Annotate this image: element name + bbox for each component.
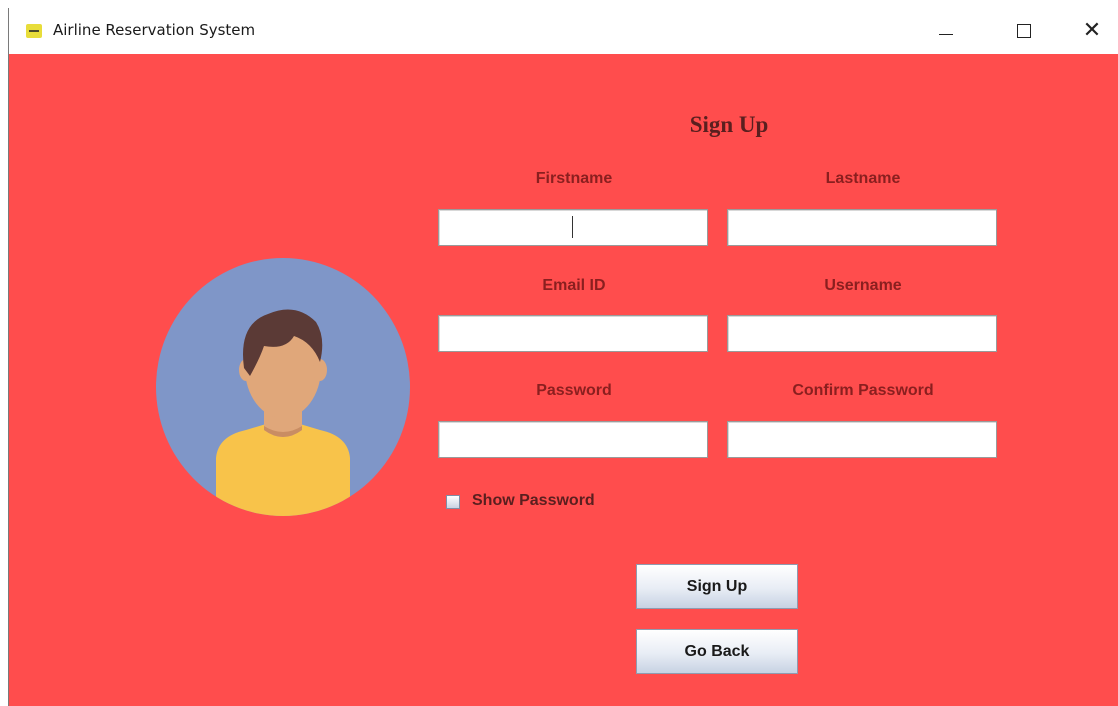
lastname-label: Lastname xyxy=(825,170,901,187)
close-icon: ✕ xyxy=(1082,18,1102,43)
firstname-label: Firstname xyxy=(535,170,613,187)
text-cursor xyxy=(572,216,573,238)
confirm-password-field[interactable] xyxy=(727,421,997,458)
user-avatar-icon xyxy=(156,258,410,516)
username-label: Username xyxy=(824,277,902,294)
password-label: Password xyxy=(536,382,612,399)
password-field[interactable] xyxy=(438,421,708,458)
signup-panel: Sign Up Firstname Lastname Email ID User… xyxy=(9,54,1118,706)
sign-up-button[interactable]: Sign Up xyxy=(636,564,798,609)
firstname-field[interactable] xyxy=(438,209,708,246)
confirm-password-label: Confirm Password xyxy=(792,382,934,399)
maximize-icon xyxy=(1017,24,1031,38)
minimize-icon xyxy=(939,33,953,35)
minimize-button[interactable] xyxy=(923,8,969,54)
lastname-field[interactable] xyxy=(727,209,997,246)
show-password-checkbox[interactable] xyxy=(446,495,460,509)
app-window: Airline Reservation System ✕ Sign Up Fir… xyxy=(8,8,1118,706)
show-password-label[interactable]: Show Password xyxy=(472,492,595,510)
go-back-button[interactable]: Go Back xyxy=(636,629,798,674)
email-label: Email ID xyxy=(542,277,606,294)
window-title: Airline Reservation System xyxy=(53,21,256,39)
maximize-button[interactable] xyxy=(1001,8,1047,54)
page-title: Sign Up xyxy=(689,112,769,137)
email-field[interactable] xyxy=(438,315,708,352)
title-bar[interactable]: Airline Reservation System ✕ xyxy=(9,8,1118,54)
close-button[interactable]: ✕ xyxy=(1069,8,1115,54)
username-field[interactable] xyxy=(727,315,997,352)
app-icon xyxy=(26,24,42,38)
